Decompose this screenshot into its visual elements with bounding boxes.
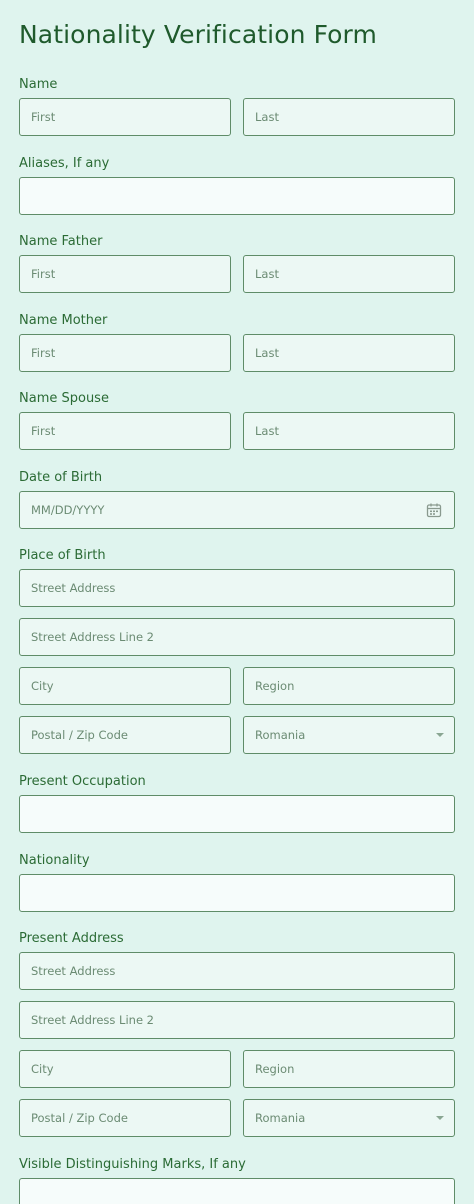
present-country-select[interactable]: Romania xyxy=(243,1099,455,1137)
birth-place-label: Place of Birth xyxy=(19,548,106,563)
spouse-last-input[interactable]: Last xyxy=(243,412,455,450)
birth-street-input[interactable]: Street Address xyxy=(19,569,455,607)
nationality-input[interactable] xyxy=(19,874,455,912)
present-street2-input[interactable]: Street Address Line 2 xyxy=(19,1001,455,1039)
present-country-value: Romania xyxy=(255,1111,306,1125)
aliases-input[interactable] xyxy=(19,177,455,215)
mother-first-input[interactable]: First xyxy=(19,334,231,372)
birth-street2-input[interactable]: Street Address Line 2 xyxy=(19,618,455,656)
nationality-label: Nationality xyxy=(19,853,90,868)
form-title: Nationality Verification Form xyxy=(19,20,377,49)
form-page: Nationality Verification Form Name First… xyxy=(0,0,474,1204)
present-region-input[interactable]: Region xyxy=(243,1050,455,1088)
dob-label: Date of Birth xyxy=(19,470,103,485)
marks-input[interactable] xyxy=(19,1178,455,1204)
occupation-label: Present Occupation xyxy=(19,774,146,789)
chevron-down-icon[interactable] xyxy=(436,1116,444,1120)
father-name-label: Name Father xyxy=(19,234,103,249)
present-postal-input[interactable]: Postal / Zip Code xyxy=(19,1099,231,1137)
aliases-label: Aliases, If any xyxy=(19,156,110,171)
birth-region-input[interactable]: Region xyxy=(243,667,455,705)
birth-city-input[interactable]: City xyxy=(19,667,231,705)
dob-input[interactable]: MM/DD/YYYY xyxy=(19,491,455,529)
name-label: Name xyxy=(19,77,58,92)
present-city-input[interactable]: City xyxy=(19,1050,231,1088)
birth-country-select[interactable]: Romania xyxy=(243,716,455,754)
birth-country-value: Romania xyxy=(255,728,306,742)
calendar-icon[interactable] xyxy=(426,502,442,518)
father-first-input[interactable]: First xyxy=(19,255,231,293)
mother-name-label: Name Mother xyxy=(19,313,108,328)
mother-last-input[interactable]: Last xyxy=(243,334,455,372)
birth-postal-input[interactable]: Postal / Zip Code xyxy=(19,716,231,754)
present-address-label: Present Address xyxy=(19,931,124,946)
father-last-input[interactable]: Last xyxy=(243,255,455,293)
marks-label: Visible Distinguishing Marks, If any xyxy=(19,1157,246,1172)
dob-placeholder: MM/DD/YYYY xyxy=(31,503,105,517)
occupation-input[interactable] xyxy=(19,795,455,833)
present-street-input[interactable]: Street Address xyxy=(19,952,455,990)
chevron-down-icon[interactable] xyxy=(436,733,444,737)
spouse-first-input[interactable]: First xyxy=(19,412,231,450)
name-first-input[interactable]: First xyxy=(19,98,231,136)
name-last-input[interactable]: Last xyxy=(243,98,455,136)
spouse-name-label: Name Spouse xyxy=(19,391,109,406)
